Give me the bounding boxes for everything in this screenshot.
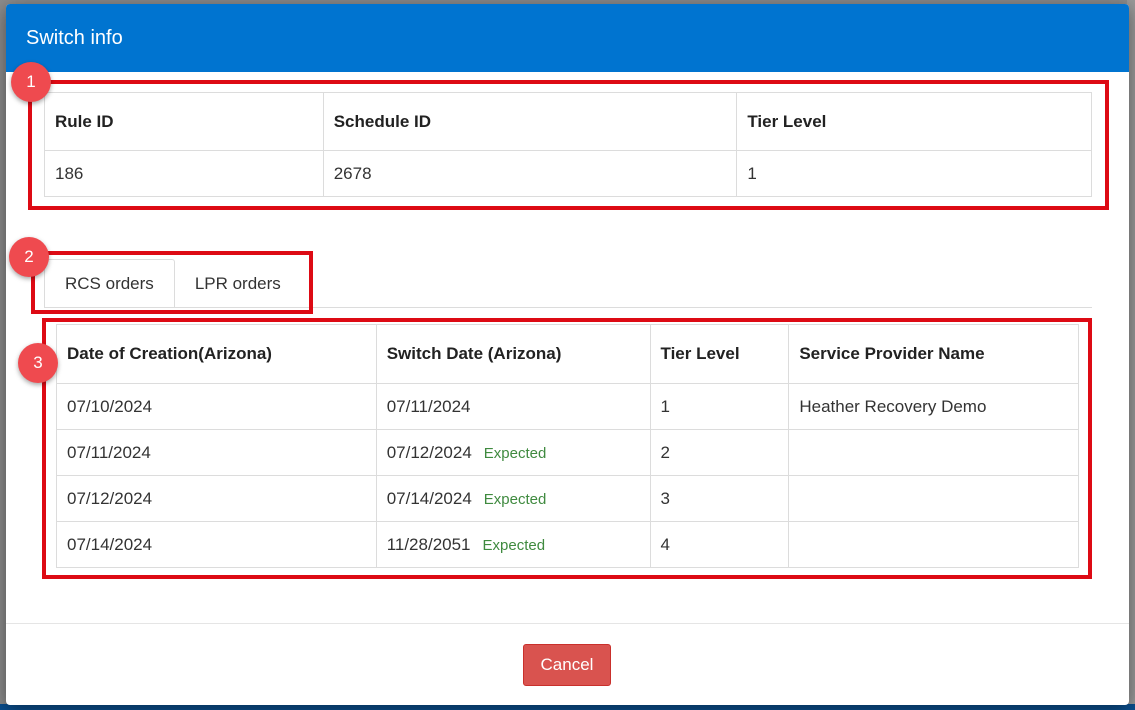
modal-title: Switch info [26, 26, 123, 49]
footer-divider [6, 623, 1129, 624]
switch-info-modal: Switch info Rule ID Schedule ID Tier Lev… [6, 4, 1129, 705]
highlight-box-orders [42, 318, 1092, 579]
annotation-badge-1: 1 [11, 62, 51, 102]
modal-header: Switch info [6, 4, 1129, 72]
highlight-box-tabs [31, 251, 313, 314]
annotation-badge-2: 2 [9, 237, 49, 277]
cancel-button[interactable]: Cancel [523, 644, 611, 686]
annotation-badge-3: 3 [18, 343, 58, 383]
highlight-box-info [28, 80, 1109, 210]
